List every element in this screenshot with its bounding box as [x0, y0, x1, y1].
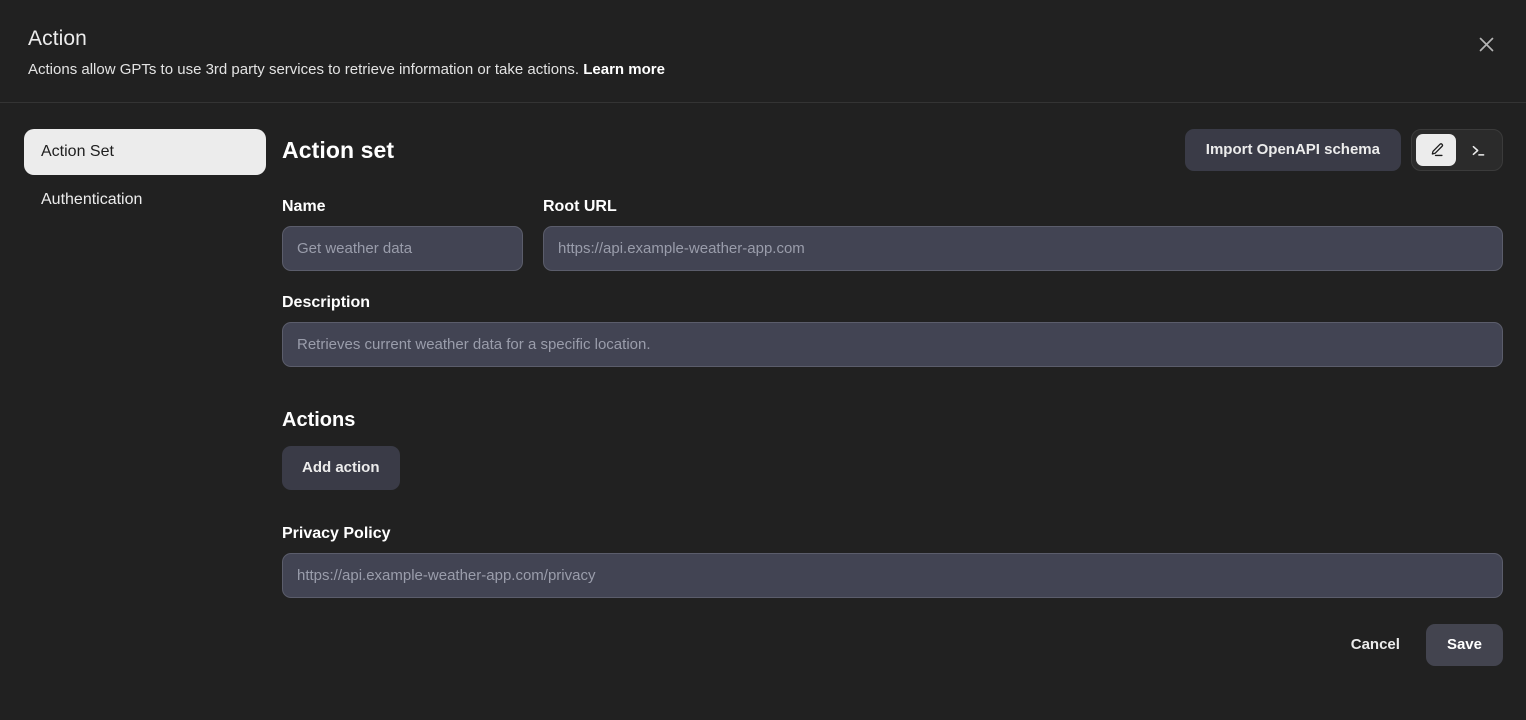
- close-button[interactable]: [1470, 28, 1502, 60]
- learn-more-link[interactable]: Learn more: [583, 61, 665, 78]
- name-label: Name: [282, 198, 326, 215]
- cancel-button[interactable]: Cancel: [1335, 624, 1416, 666]
- privacy-policy-label: Privacy Policy: [282, 525, 391, 542]
- terminal-icon: [1470, 142, 1487, 159]
- sidebar-item-label: Action Set: [41, 143, 114, 160]
- edit-view-toggle-button[interactable]: [1416, 134, 1456, 166]
- page-title: Action: [28, 27, 87, 50]
- actions-section: Actions Add action: [282, 408, 1503, 490]
- view-mode-toggle-group: [1411, 129, 1503, 171]
- modal-body: Action Set Authentication Action set Imp…: [0, 103, 1526, 720]
- sidebar-item-action-set[interactable]: Action Set: [24, 129, 266, 175]
- privacy-policy-field-group: Privacy Policy: [282, 524, 1503, 598]
- import-openapi-schema-button[interactable]: Import OpenAPI schema: [1184, 129, 1401, 171]
- action-modal: Action Actions allow GPTs to use 3rd par…: [0, 0, 1526, 720]
- section-title: Action set: [282, 136, 395, 163]
- pencil-icon: [1428, 142, 1445, 159]
- description-input[interactable]: [282, 322, 1503, 367]
- main-content: Action set Import OpenAPI schema Name Ge…: [282, 129, 1526, 720]
- privacy-policy-input[interactable]: [282, 553, 1503, 598]
- description-label: Description: [282, 294, 371, 311]
- name-input[interactable]: [282, 226, 523, 271]
- sidebar: Action Set Authentication: [0, 129, 282, 720]
- header-actions: Import OpenAPI schema: [1184, 129, 1503, 171]
- root-url-input[interactable]: [543, 226, 1503, 271]
- header-subtitle: Actions allow GPTs to use 3rd party serv…: [28, 60, 1498, 80]
- header-subtitle-text: Actions allow GPTs to use 3rd party serv…: [28, 61, 580, 78]
- main-header-row: Action set Import OpenAPI schema: [282, 129, 1503, 171]
- name-url-row: Name Root URL: [282, 197, 1503, 271]
- sidebar-item-label: Authentication: [41, 191, 143, 208]
- code-view-toggle-button[interactable]: [1458, 134, 1498, 166]
- modal-footer: Cancel Save: [282, 624, 1503, 666]
- root-url-field-group: Root URL: [543, 197, 1503, 271]
- close-icon: [1477, 35, 1496, 54]
- name-field-group: Name: [282, 197, 523, 271]
- save-button[interactable]: Save: [1425, 624, 1503, 666]
- add-action-button[interactable]: Add action: [282, 446, 400, 490]
- sidebar-item-authentication[interactable]: Authentication: [24, 177, 266, 223]
- description-field-group: Description: [282, 293, 1503, 372]
- modal-header: Action Actions allow GPTs to use 3rd par…: [0, 0, 1526, 103]
- actions-heading: Actions: [282, 409, 356, 431]
- root-url-label: Root URL: [543, 198, 617, 215]
